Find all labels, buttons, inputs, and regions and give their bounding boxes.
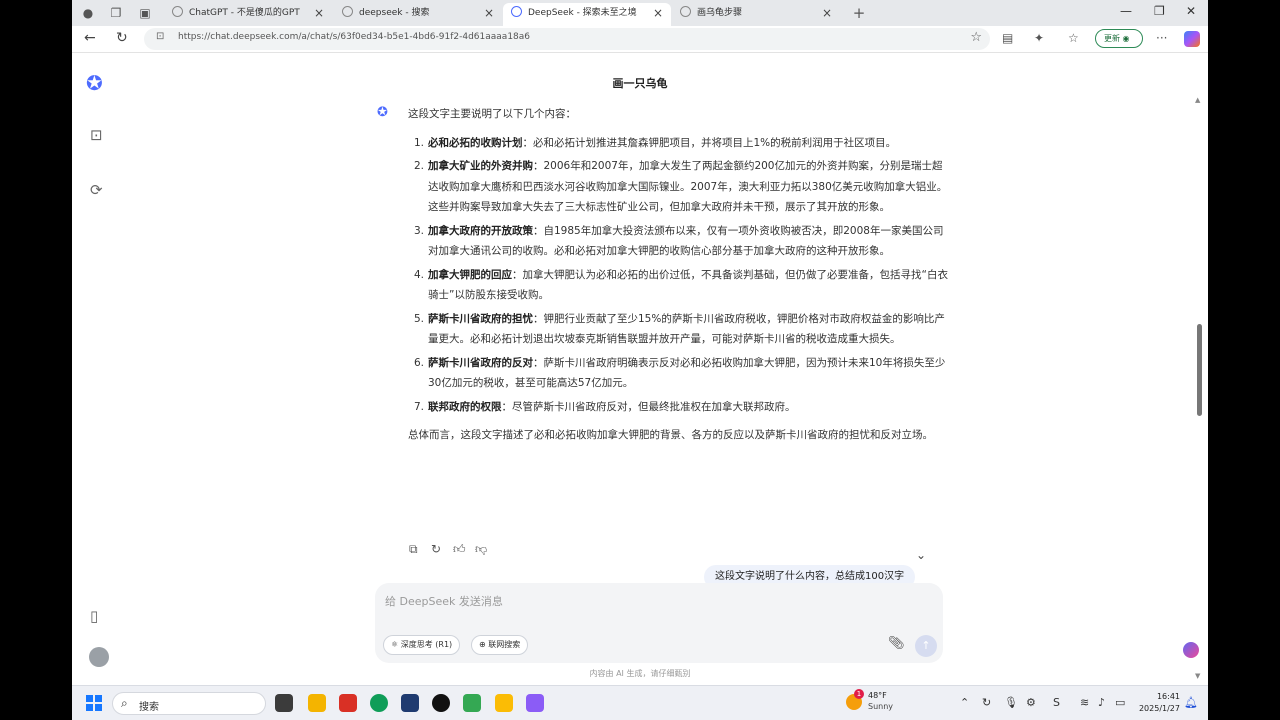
tab-deepseek[interactable]: DeepSeek - 探索未至之境 × [503, 3, 671, 26]
close-tab-icon[interactable]: × [822, 3, 832, 23]
update-avatar-icon: ◉ [1122, 34, 1130, 43]
atom-icon: ⚛ [391, 640, 399, 649]
more-menu-icon[interactable]: ··· [1156, 31, 1167, 45]
list-item: 6. 萨斯卡川省政府的反对：萨斯卡川省政府明确表示反对必和必拓收购加拿大钾肥，因为… [414, 356, 946, 390]
chatgpt-favicon-icon [172, 6, 183, 17]
globe-icon: ⊕ [479, 640, 486, 649]
update-button[interactable]: 更新 ◉ [1095, 29, 1143, 48]
app-icon[interactable] [432, 694, 450, 712]
favorite-star-icon[interactable]: ☆ [970, 30, 982, 45]
windows-taskbar: ⌕ 搜索 1 48°F Sunny ⌃ ↻ 🎙︎ ⚙ S ≋ ♪ ▭ 16:41… [72, 685, 1208, 720]
toggle-sidebar-icon[interactable]: ⊡ [90, 126, 103, 144]
scroll-down-arrow-icon[interactable]: ▼ [1195, 672, 1200, 680]
page-scrollbar[interactable]: ▲ ▼ [1195, 96, 1204, 680]
microphone-icon[interactable]: 🎙︎ [1004, 696, 1018, 709]
url-text: https://chat.deepseek.com/a/chat/s/63f0e… [178, 32, 531, 42]
screen: ● ❐ ▣ ChatGPT - 不是傻瓜的GPT × deepseek - 搜索… [72, 0, 1208, 720]
profile-icon[interactable]: ● [80, 5, 96, 21]
close-tab-icon[interactable]: × [314, 3, 324, 23]
search-icon: ⌕ [121, 696, 128, 710]
answer-summary: 总体而言，这段文字描述了必和必拓收购加拿大钾肥的背景、各方的反应以及萨斯卡川省政… [408, 429, 933, 441]
wifi-icon[interactable]: ≋ [1080, 696, 1089, 709]
restore-icon[interactable]: ❐ [1154, 4, 1165, 18]
app-icon[interactable] [495, 694, 513, 712]
answer-intro: 这段文字主要说明了以下几个内容： [408, 108, 576, 120]
list-item: 3. 加拿大政府的开放政策：自1985年加拿大投资法颁布以来，仅有一项外资收购被否… [414, 224, 944, 258]
list-item: 5. 萨斯卡川省政府的担忧：钾肥行业贡献了至少15%的萨斯卡川省政府税收，钾肥价格… [414, 312, 945, 346]
answer-points: 1. 必和必拓的收购计划：必和必拓计划推进其詹森钾肥项目，并将项目上1%的税前利润… [408, 133, 948, 418]
sidebar: ✪ ⊡ ⟳ ▯ [72, 53, 126, 683]
list-item: 7. 联邦政府的权限：尽管萨斯卡川省政府反对，但最终批准权在加拿大联邦政府。 [414, 400, 796, 413]
list-item: 1. 必和必拓的收购计划：必和必拓计划推进其詹森钾肥项目，并将项目上1%的税前利润… [414, 136, 897, 149]
favorites-icon[interactable]: ☆ [1068, 31, 1079, 45]
deepseek-favicon-icon [511, 6, 522, 17]
notification-bell-icon[interactable]: 🔔︎ [1184, 696, 1198, 709]
assistant-answer: 这段文字主要说明了以下几个内容： 1. 必和必拓的收购计划：必和必拓计划推进其詹森… [408, 104, 948, 446]
extensions-icon[interactable]: ✦ [1034, 31, 1044, 45]
file-explorer-icon[interactable] [308, 694, 326, 712]
minimize-icon[interactable]: — [1120, 4, 1132, 18]
tab-bing-search[interactable]: deepseek - 搜索 × [334, 3, 502, 26]
back-icon[interactable]: ← [84, 30, 96, 46]
close-tab-icon[interactable]: × [653, 3, 663, 23]
scroll-to-bottom-icon[interactable]: ⌄ [916, 548, 926, 562]
edge-browser-icon[interactable] [370, 694, 388, 712]
mobile-app-icon[interactable]: ▯ [90, 607, 98, 625]
show-hidden-icons-icon[interactable]: ⌃ [960, 696, 969, 709]
sync-icon[interactable]: ↻ [982, 696, 991, 709]
app-icon[interactable] [463, 694, 481, 712]
wps-office-icon[interactable] [339, 694, 357, 712]
taskbar-search[interactable]: ⌕ 搜索 [112, 692, 266, 715]
copilot-icon[interactable] [1184, 31, 1200, 47]
split-screen-icon[interactable]: ▤ [1002, 31, 1013, 45]
regenerate-icon[interactable]: ↻ [431, 542, 449, 556]
address-toolbar: ← ↻ ⊡ https://chat.deepseek.com/a/chat/s… [72, 26, 1208, 53]
list-item: 2. 加拿大矿业的外资并购：2006年和2007年，加拿大发生了两起金额约200亿… [414, 160, 948, 213]
avatar[interactable] [89, 647, 109, 667]
volume-icon[interactable]: ♪ [1098, 696, 1105, 709]
close-tab-icon[interactable]: × [484, 3, 494, 23]
app-icon[interactable] [526, 694, 544, 712]
tab-chatgpt[interactable]: ChatGPT - 不是傻瓜的GPT × [164, 3, 332, 26]
scrollbar-thumb[interactable] [1197, 324, 1202, 416]
assistant-widget-icon[interactable] [1183, 642, 1199, 658]
thumbs-down-icon[interactable]: 👎︎ [475, 542, 493, 557]
app-icon[interactable] [401, 694, 419, 712]
search-favicon-icon [342, 6, 353, 17]
close-window-icon[interactable]: ✕ [1186, 4, 1196, 18]
list-item: 4. 加拿大钾肥的回应：加拿大钾肥认为必和必拓的出价过低，不具备谈判基础，但仍做了… [414, 268, 948, 302]
notification-badge: 1 [854, 689, 864, 699]
tray-app-icon[interactable]: ⚙ [1026, 696, 1036, 709]
refresh-icon[interactable]: ↻ [116, 30, 128, 46]
web-search-button[interactable]: ⊕ 联网搜索 [471, 635, 529, 655]
scroll-up-arrow-icon[interactable]: ▲ [1195, 96, 1200, 104]
task-view-icon[interactable] [275, 694, 293, 712]
new-tab-button[interactable]: + [851, 5, 867, 21]
message-composer: ⚛ 深度思考 (R1) ⊕ 联网搜索 📎︎ ↑ [375, 583, 943, 663]
message-actions: ⧉ ↻ 👍︎ 👎︎ [409, 538, 497, 557]
tray-app-icon[interactable]: S [1053, 696, 1060, 709]
chat-title: 画一只乌龟 [612, 77, 668, 90]
page-favicon-icon [680, 6, 691, 17]
attach-file-icon[interactable]: 📎︎ [888, 636, 905, 651]
send-button[interactable]: ↑ [915, 635, 937, 657]
workspaces-icon[interactable]: ❐ [108, 5, 124, 21]
deep-think-button[interactable]: ⚛ 深度思考 (R1) [383, 635, 461, 655]
ai-disclaimer: 内容由 AI 生成，请仔细甄别 [589, 669, 691, 678]
lock-icon: ⊡ [156, 31, 165, 42]
windows-start-icon[interactable] [86, 695, 102, 711]
thumbs-up-icon[interactable]: 👍︎ [453, 542, 471, 557]
address-bar[interactable]: ⊡ https://chat.deepseek.com/a/chat/s/63f… [144, 28, 990, 50]
system-clock[interactable]: 16:41 2025/1/27 [1132, 691, 1180, 715]
browser-tab-strip: ● ❐ ▣ ChatGPT - 不是傻瓜的GPT × deepseek - 搜索… [72, 0, 1208, 26]
tab-actions-icon[interactable]: ▣ [137, 5, 153, 21]
copy-icon[interactable]: ⧉ [409, 542, 427, 557]
tab-turtle-steps[interactable]: 画乌龟步骤 × [672, 3, 840, 26]
assistant-avatar-icon: ✪ [377, 105, 388, 120]
new-chat-icon[interactable]: ⟳ [90, 181, 103, 199]
battery-icon[interactable]: ▭ [1115, 696, 1125, 709]
message-input[interactable] [385, 592, 885, 610]
